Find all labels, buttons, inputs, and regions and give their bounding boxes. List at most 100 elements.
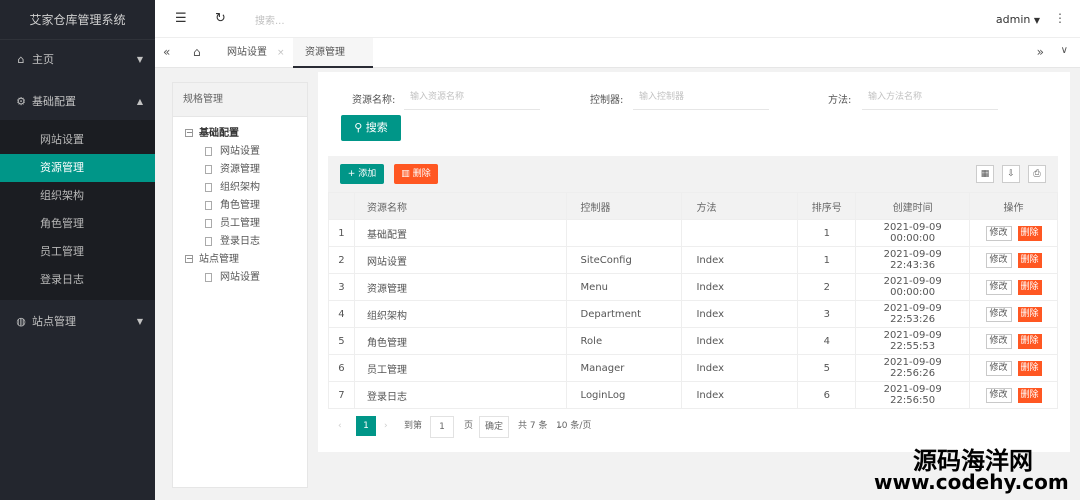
- tab-resource-management[interactable]: 资源管理: [293, 38, 373, 68]
- header-search-input[interactable]: 搜索...: [255, 12, 285, 27]
- sidebar-sub-staff-management[interactable]: 员工管理: [0, 238, 155, 266]
- tree-leaf[interactable]: 网站设置: [185, 143, 307, 161]
- table-row[interactable]: 6 员工管理 Manager Index 5 2021-09-09 22:56:26 修改删…: [328, 354, 1058, 382]
- col-name[interactable]: 资源名称: [353, 192, 567, 220]
- tree-leaf[interactable]: 角色管理: [185, 197, 307, 215]
- trash-icon: ▥: [401, 169, 410, 179]
- row-actions: 修改 删除: [969, 300, 1058, 328]
- page-current[interactable]: 1: [356, 416, 376, 436]
- row-controller: [565, 219, 683, 247]
- table-body: 1 基础配置 1 2021-09-09 00:00:00 修改 删除 2 网站设置 SiteCo…: [328, 219, 1058, 409]
- sidebar-sub-role-management[interactable]: 角色管理: [0, 210, 155, 238]
- caret-down-icon: ▼: [136, 317, 143, 326]
- refresh-icon[interactable]: ↻: [215, 11, 226, 26]
- sidebar-item-site-management[interactable]: ◍ 站点管理 ▼: [0, 304, 155, 340]
- tabs-scroll-right-icon[interactable]: »: [1037, 45, 1044, 59]
- table-row[interactable]: 5 角色管理 Role Index 4 2021-09-09 22:55:53 修改 删除: [328, 327, 1058, 355]
- edit-button[interactable]: 修改: [985, 360, 1012, 376]
- sidebar-sub-resource-management[interactable]: 资源管理: [0, 154, 155, 182]
- delete-button[interactable]: 删除: [1017, 225, 1042, 241]
- row-actions: 修改 删除: [969, 327, 1058, 355]
- more-vertical-icon[interactable]: ⋮: [1054, 11, 1066, 25]
- add-button[interactable]: + 添加: [340, 164, 384, 184]
- tab-site-settings[interactable]: 网站设置 ×: [215, 38, 297, 68]
- search-icon: ⚲: [354, 121, 363, 134]
- row-order: 4: [797, 327, 857, 355]
- col-index: [328, 192, 355, 220]
- row-name: 登录日志: [353, 381, 567, 409]
- edit-button[interactable]: 修改: [985, 306, 1012, 322]
- filter-method-label: 方法:: [828, 95, 852, 106]
- table-row[interactable]: 7 登录日志 LoginLog Index 6 2021-09-09 22:56:50 修改…: [328, 381, 1058, 409]
- menu-toggle-icon[interactable]: ☰: [175, 11, 187, 26]
- columns-filter-icon[interactable]: ▦: [976, 165, 994, 183]
- category-tree-panel: 规格管理 − 基础配置 网站设置 资源管理 组织架构 角色管理 员工管理 登录日志…: [172, 82, 308, 488]
- row-controller: LoginLog: [565, 381, 683, 409]
- delete-button[interactable]: 删除: [1017, 387, 1042, 403]
- tree-leaf[interactable]: 网站设置: [185, 269, 307, 287]
- edit-button[interactable]: 修改: [985, 387, 1012, 403]
- row-method: [681, 219, 799, 247]
- filter-method-input[interactable]: 输入方法名称: [862, 84, 998, 110]
- tree-leaf[interactable]: 资源管理: [185, 161, 307, 179]
- collapse-icon[interactable]: −: [185, 255, 193, 263]
- table-row[interactable]: 2 网站设置 SiteConfig Index 1 2021-09-09 22:43:36…: [328, 246, 1058, 274]
- tree-node-site-management[interactable]: − 站点管理: [185, 251, 307, 269]
- batch-delete-button[interactable]: ▥ 删除: [394, 164, 438, 184]
- search-button[interactable]: ⚲ 搜索: [341, 115, 401, 141]
- delete-button[interactable]: 删除: [1017, 360, 1042, 376]
- table-row[interactable]: 4 组织架构 Department Index 3 2021-09-09 22:53:26…: [328, 300, 1058, 328]
- filter-controller-input[interactable]: 输入控制器: [633, 84, 769, 110]
- edit-button[interactable]: 修改: [985, 252, 1012, 268]
- close-icon[interactable]: ×: [277, 48, 285, 58]
- edit-button[interactable]: 修改: [985, 225, 1012, 241]
- export-icon[interactable]: ⇩: [1002, 165, 1020, 183]
- prev-page-icon[interactable]: ‹: [338, 416, 342, 436]
- tree-leaf[interactable]: 员工管理: [185, 215, 307, 233]
- tree-leaf[interactable]: 登录日志: [185, 233, 307, 251]
- sidebar-item-label: 基础配置: [32, 95, 76, 108]
- document-icon: [205, 146, 212, 156]
- col-created[interactable]: 创建时间: [855, 192, 971, 220]
- sidebar-item-home[interactable]: ⌂ 主页 ▼: [0, 42, 155, 78]
- sidebar-sub-site-settings[interactable]: 网站设置: [0, 126, 155, 154]
- delete-button[interactable]: 删除: [1017, 279, 1042, 295]
- table-row[interactable]: 3 资源管理 Menu Index 2 2021-09-09 00:00:00 修改 删除: [328, 273, 1058, 301]
- delete-button[interactable]: 删除: [1017, 252, 1042, 268]
- next-page-icon[interactable]: ›: [384, 416, 388, 436]
- document-icon: [205, 182, 212, 192]
- edit-button[interactable]: 修改: [985, 333, 1012, 349]
- collapse-icon[interactable]: −: [185, 129, 193, 137]
- row-controller: SiteConfig: [565, 246, 683, 274]
- home-icon: ⌂: [17, 53, 25, 66]
- tree-leaf[interactable]: 组织架构: [185, 179, 307, 197]
- table-header-row: 资源名称 控制器 方法 排序号 创建时间 操作: [328, 192, 1058, 220]
- print-icon[interactable]: ⎙: [1028, 165, 1046, 183]
- watermark-url: www.codehy.com: [874, 470, 1069, 494]
- col-method[interactable]: 方法: [681, 192, 799, 220]
- home-tab-icon[interactable]: ⌂: [193, 45, 201, 59]
- sidebar-item-basic-config[interactable]: ⚙ 基础配置 ▲: [0, 84, 155, 120]
- goto-page-input[interactable]: 1: [430, 416, 454, 438]
- row-order: 1: [797, 219, 857, 247]
- sidebar-sub-login-log[interactable]: 登录日志: [0, 266, 155, 294]
- filter-name-input[interactable]: 输入资源名称: [404, 84, 540, 110]
- goto-confirm-button[interactable]: 确定: [479, 416, 510, 438]
- row-order: 1: [797, 246, 857, 274]
- tab-bar: « ⌂ 网站设置 × 资源管理 » ∨: [155, 38, 1080, 68]
- filter-name-label: 资源名称:: [352, 95, 396, 106]
- row-name: 组织架构: [353, 300, 567, 328]
- col-order[interactable]: 排序号: [797, 192, 857, 220]
- col-controller[interactable]: 控制器: [565, 192, 683, 220]
- sidebar-sub-organization[interactable]: 组织架构: [0, 182, 155, 210]
- table-row[interactable]: 1 基础配置 1 2021-09-09 00:00:00 修改 删除: [328, 219, 1058, 247]
- delete-button[interactable]: 删除: [1017, 306, 1042, 322]
- tab-label: 网站设置: [227, 47, 267, 58]
- tree-node-basic-config[interactable]: − 基础配置: [185, 125, 307, 143]
- edit-button[interactable]: 修改: [985, 279, 1012, 295]
- delete-button[interactable]: 删除: [1017, 333, 1042, 349]
- user-menu[interactable]: admin ▼: [996, 13, 1040, 26]
- col-actions: 操作: [969, 192, 1058, 220]
- tabs-dropdown-icon[interactable]: ∨: [1061, 45, 1068, 56]
- tabs-scroll-left-icon[interactable]: «: [163, 45, 170, 59]
